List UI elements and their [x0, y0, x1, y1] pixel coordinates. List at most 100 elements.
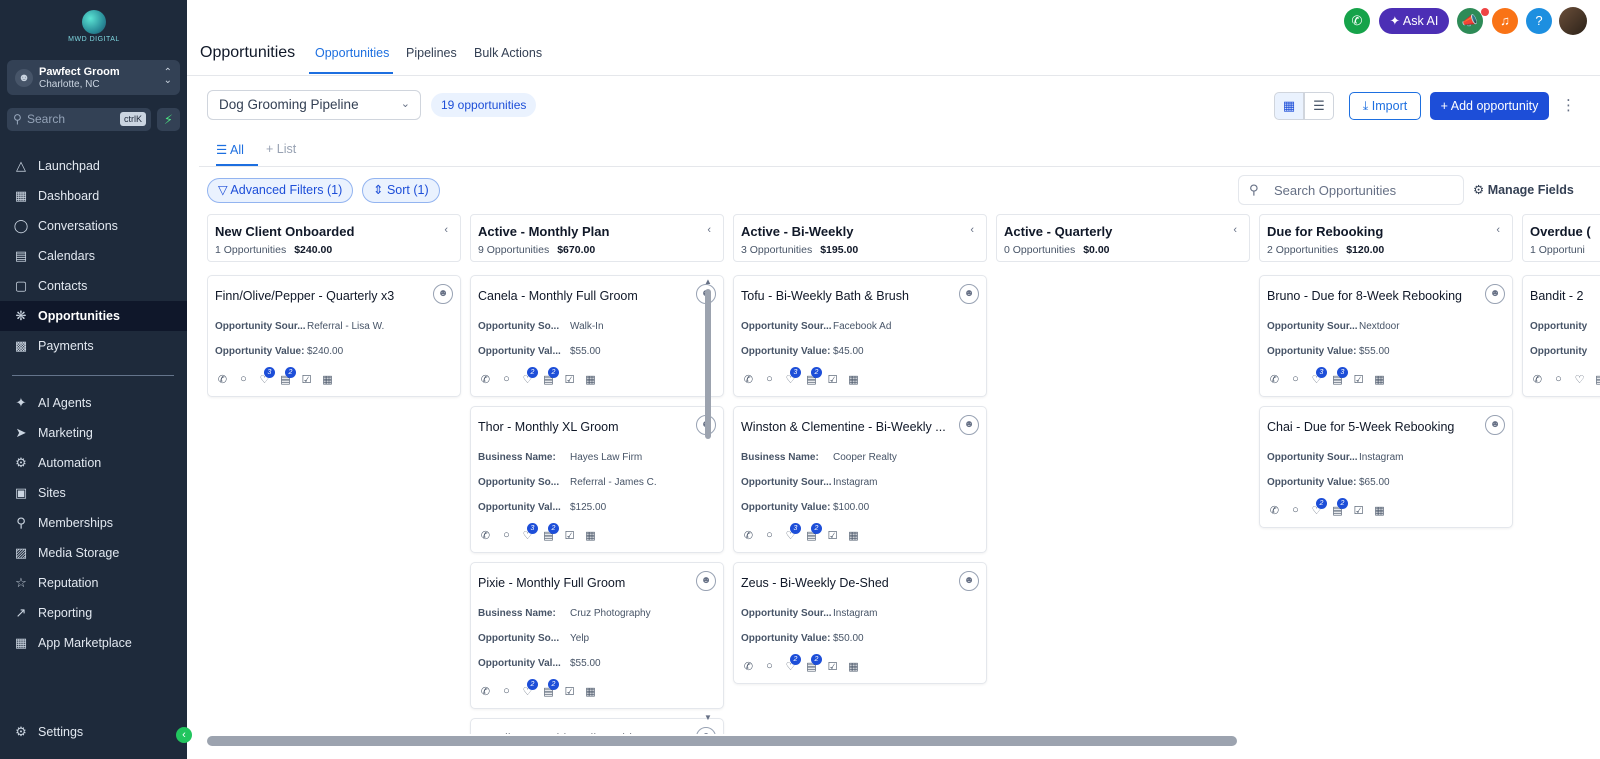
- opportunity-card[interactable]: Finn/Olive/Pepper - Quarterly x3 ☻ Opportu…: [207, 275, 461, 397]
- message-icon[interactable]: ○: [499, 529, 514, 542]
- message-icon[interactable]: ○: [1288, 504, 1303, 517]
- task-check-icon[interactable]: ☑: [825, 373, 840, 386]
- notes-icon[interactable]: ▤ 2: [541, 523, 559, 542]
- notes-icon[interactable]: ▤ 2: [804, 523, 822, 542]
- message-icon[interactable]: ○: [499, 373, 514, 386]
- phone-icon[interactable]: ✆: [1267, 373, 1282, 386]
- opportunity-card[interactable]: Bandit - 2☻OpportunityOpportunity✆○♡▤☑▦: [1522, 275, 1600, 397]
- collapse-stage-icon[interactable]: ‹: [1496, 224, 1500, 236]
- tab-bulk-actions[interactable]: Bulk Actions: [474, 46, 542, 60]
- phone-icon[interactable]: ✆: [741, 373, 756, 386]
- task-check-icon[interactable]: ☑: [562, 373, 577, 386]
- phone-icon[interactable]: ✆: [215, 373, 230, 386]
- opportunity-card[interactable]: Bruno - Due for 8-Week Rebooking ☻ Opportu…: [1259, 275, 1513, 397]
- sidebar-item-marketing[interactable]: ➤ Marketing: [0, 418, 187, 448]
- sidebar-item-media-storage[interactable]: ▨ Media Storage: [0, 538, 187, 568]
- message-icon[interactable]: ○: [236, 373, 251, 386]
- collapse-stage-icon[interactable]: ‹: [1233, 224, 1237, 236]
- tab-opportunities[interactable]: Opportunities: [315, 46, 389, 60]
- user-avatar[interactable]: [1559, 7, 1587, 35]
- tag-icon[interactable]: ♡: [1572, 373, 1587, 386]
- phone-icon[interactable]: ✆: [478, 529, 493, 542]
- phone-icon[interactable]: ✆: [741, 660, 756, 673]
- message-icon[interactable]: ○: [499, 685, 514, 698]
- calendar-icon[interactable]: ▦: [320, 373, 335, 386]
- opportunity-title[interactable]: Noodle - Monthly Full + Add-Ons: [478, 732, 688, 734]
- opportunity-title[interactable]: Chai - Due for 5-Week Rebooking: [1267, 420, 1477, 434]
- message-icon[interactable]: ○: [1551, 373, 1566, 386]
- sidebar-collapse-button[interactable]: ‹: [176, 727, 192, 743]
- opportunity-card[interactable]: Pixie - Monthly Full Groom ☻ Business Name…: [470, 562, 724, 709]
- opportunity-title[interactable]: Tofu - Bi-Weekly Bath & Brush: [741, 289, 951, 303]
- calendar-icon[interactable]: ▦: [1372, 504, 1387, 517]
- tag-icon[interactable]: ♡ 3: [783, 367, 801, 386]
- opportunity-title[interactable]: Canela - Monthly Full Groom: [478, 289, 688, 303]
- opportunity-card[interactable]: Canela - Monthly Full Groom☻Opportunity …: [470, 275, 724, 397]
- task-check-icon[interactable]: ☑: [825, 660, 840, 673]
- calendar-icon[interactable]: ▦: [846, 660, 861, 673]
- opportunity-title[interactable]: Zeus - Bi-Weekly De-Shed: [741, 576, 951, 590]
- help-button[interactable]: ?: [1526, 8, 1552, 34]
- add-opportunity-button[interactable]: + Add opportunity: [1430, 92, 1549, 120]
- task-check-icon[interactable]: ☑: [825, 529, 840, 542]
- company-logo[interactable]: MWD DIGITAL: [66, 10, 122, 46]
- column-scrollbar[interactable]: ▲ ▼: [704, 277, 712, 723]
- phone-icon[interactable]: ✆: [1267, 504, 1282, 517]
- calendar-icon[interactable]: ▦: [583, 373, 598, 386]
- notes-icon[interactable]: ▤ 2: [278, 367, 296, 386]
- advanced-filters-button[interactable]: ▽ Advanced Filters (1): [207, 178, 354, 203]
- import-button[interactable]: ⤓ Import: [1349, 92, 1421, 120]
- sidebar-item-conversations[interactable]: ◯ Conversations: [0, 211, 187, 241]
- task-check-icon[interactable]: ☑: [562, 685, 577, 698]
- message-icon[interactable]: ○: [1288, 373, 1303, 386]
- tag-icon[interactable]: ♡ 2: [783, 654, 801, 673]
- sidebar-item-automation[interactable]: ⚙ Automation: [0, 448, 187, 478]
- message-icon[interactable]: ○: [762, 660, 777, 673]
- ask-ai-button[interactable]: ✦ Ask AI: [1379, 8, 1449, 34]
- opportunity-search-input[interactable]: ⚲ Search Opportunities: [1238, 175, 1464, 205]
- scrollbar-thumb[interactable]: [705, 289, 711, 439]
- opportunity-card[interactable]: Zeus - Bi-Weekly De-Shed ☻ Opportunity Sou…: [733, 562, 987, 684]
- opportunity-card[interactable]: Winston & Clementine - Bi-Weekly ... ☻ Bus…: [733, 406, 987, 553]
- assign-user-icon[interactable]: ☻: [959, 415, 979, 435]
- sidebar-item-dashboard[interactable]: ▦ Dashboard: [0, 181, 187, 211]
- phone-icon[interactable]: ✆: [478, 373, 493, 386]
- list-view-toggle[interactable]: ☰: [1304, 92, 1334, 120]
- tag-icon[interactable]: ♡ 3: [783, 523, 801, 542]
- collapse-stage-icon[interactable]: ‹: [707, 224, 711, 236]
- sort-button[interactable]: ⇕ Sort (1): [362, 178, 440, 203]
- calendar-icon[interactable]: ▦: [1372, 373, 1387, 386]
- opportunity-card[interactable]: Thor - Monthly XL Groom☻Business Name:Ha…: [470, 406, 724, 553]
- opportunity-title[interactable]: Bruno - Due for 8-Week Rebooking: [1267, 289, 1477, 303]
- sidebar-item-reporting[interactable]: ↗ Reporting: [0, 598, 187, 628]
- subtab-add-list[interactable]: + List: [266, 142, 296, 156]
- sidebar-item-calendars[interactable]: ▤ Calendars: [0, 241, 187, 271]
- opportunity-title[interactable]: Pixie - Monthly Full Groom: [478, 576, 688, 590]
- tag-icon[interactable]: ♡ 3: [520, 523, 538, 542]
- phone-button[interactable]: ✆: [1344, 8, 1370, 34]
- phone-icon[interactable]: ✆: [478, 685, 493, 698]
- account-switcher[interactable]: ☻ Pawfect Groom Charlotte, NC ⌃ ⌄: [7, 60, 180, 95]
- opportunity-card[interactable]: Chai - Due for 5-Week Rebooking ☻ Opportun…: [1259, 406, 1513, 528]
- sidebar-item-app-marketplace[interactable]: ▦ App Marketplace: [0, 628, 187, 658]
- tag-icon[interactable]: ♡ 2: [1309, 498, 1327, 517]
- opportunity-title[interactable]: Thor - Monthly XL Groom: [478, 420, 688, 434]
- manage-fields-button[interactable]: ⚙ Manage Fields: [1473, 182, 1574, 197]
- calendar-icon[interactable]: ▦: [583, 685, 598, 698]
- opportunity-title[interactable]: Winston & Clementine - Bi-Weekly ...: [741, 420, 951, 434]
- board-view-toggle[interactable]: ▦: [1274, 92, 1304, 120]
- collapse-stage-icon[interactable]: ‹: [970, 224, 974, 236]
- board-horizontal-scrollbar[interactable]: [207, 736, 1237, 746]
- quick-action-bolt-icon[interactable]: ⚡: [157, 108, 180, 131]
- task-check-icon[interactable]: ☑: [1351, 504, 1366, 517]
- task-check-icon[interactable]: ☑: [1351, 373, 1366, 386]
- tag-icon[interactable]: ♡ 2: [520, 679, 538, 698]
- sidebar-item-settings[interactable]: ⚙ Settings: [0, 717, 187, 747]
- notes-icon[interactable]: ▤ 2: [804, 654, 822, 673]
- sidebar-search[interactable]: ⚲ Search ctrlK: [7, 108, 151, 131]
- sidebar-item-payments[interactable]: ▩ Payments: [0, 331, 187, 361]
- phone-icon[interactable]: ✆: [1530, 373, 1545, 386]
- notes-icon[interactable]: ▤: [1593, 373, 1600, 386]
- pipeline-select[interactable]: Dog Grooming Pipeline ⌄: [207, 90, 421, 120]
- assign-user-icon[interactable]: ☻: [433, 284, 453, 304]
